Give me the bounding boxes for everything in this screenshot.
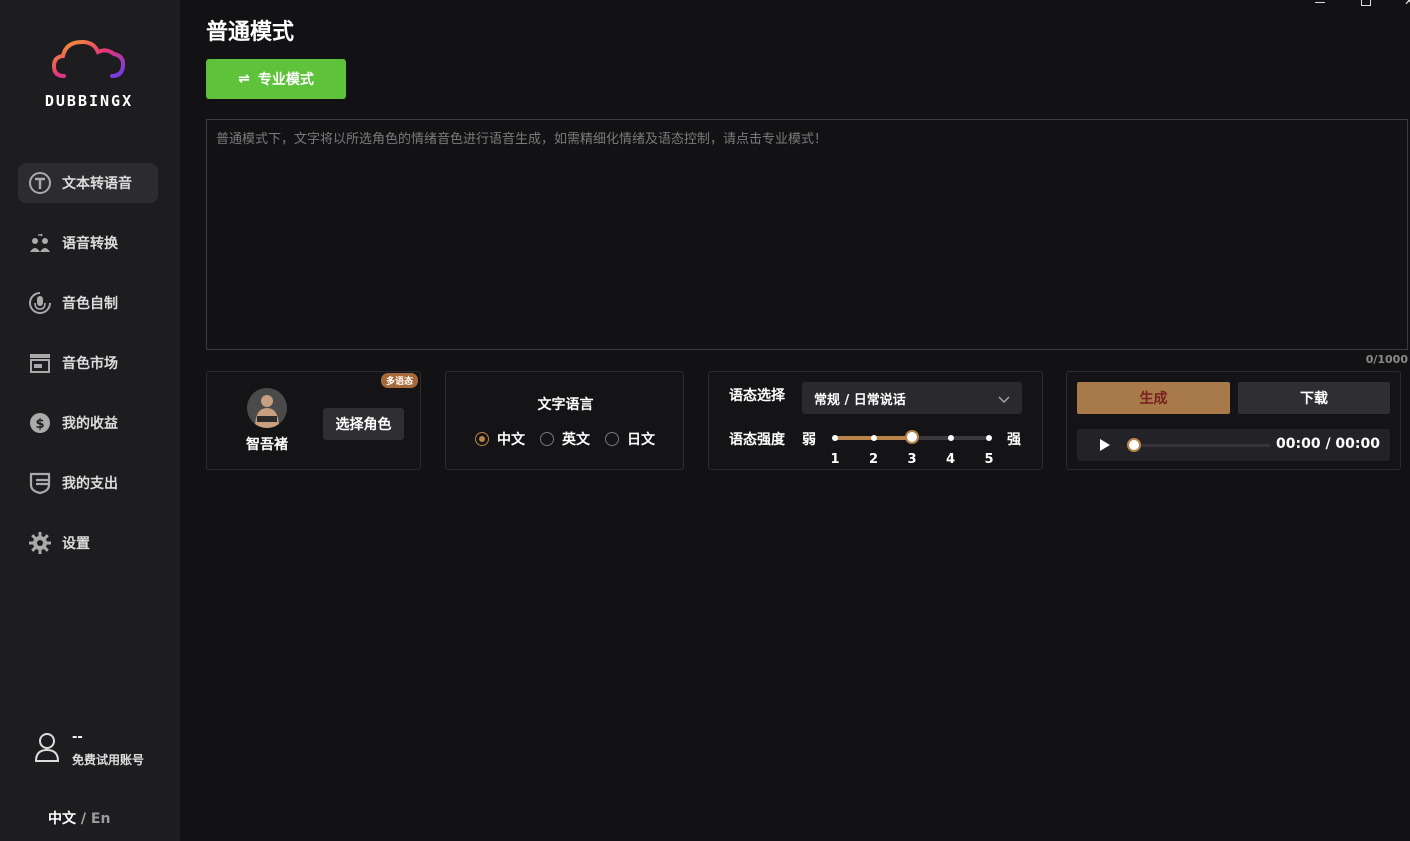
text-to-speech-icon (27, 170, 53, 196)
tick-label: 3 (907, 452, 917, 467)
sidebar-item-label: 我的支出 (62, 476, 118, 492)
audio-time: 00:00 / 00:00 (1276, 436, 1380, 452)
text-language-title: 文字语言 (537, 397, 594, 413)
language-radio-group: 中文 英文 日文 (475, 429, 670, 449)
pro-mode-button[interactable]: ⇌ 专业模式 (206, 59, 346, 99)
select-character-button[interactable]: 选择角色 (323, 408, 404, 440)
tick-label: 1 (830, 452, 840, 467)
cloud-wave-logo-icon (51, 39, 126, 86)
style-select-label: 语态选择 (729, 388, 785, 404)
radio-chinese[interactable]: 中文 (475, 429, 525, 449)
intensity-ticks: 1 2 3 4 5 (830, 452, 993, 468)
intensity-weak-label: 弱 (802, 432, 816, 448)
character-name: 智吾褚 (246, 437, 288, 453)
sidebar-item-label: 文本转语音 (62, 176, 132, 192)
sidebar-item-settings[interactable]: 设置 (18, 523, 158, 563)
expenses-icon (27, 470, 53, 496)
play-icon[interactable] (1100, 439, 1110, 451)
generate-card: 生成 下载 00:00 / 00:00 (1066, 371, 1401, 470)
brand-logo: DUBBINGX (26, 36, 152, 112)
user-icon (34, 732, 60, 766)
chevron-down-icon (998, 389, 1010, 408)
brand-name: DUBBINGX (44, 92, 134, 110)
user-name: -- (72, 730, 83, 745)
radio-label: 英文 (562, 432, 590, 448)
style-select[interactable]: 常规 / 日常说话 (802, 382, 1022, 414)
sidebar-item-voice-convert[interactable]: 语音转换 (18, 223, 158, 263)
lang-option-english[interactable]: En (91, 811, 111, 827)
user-profile[interactable]: -- 免费试用账号 (34, 730, 144, 768)
download-button[interactable]: 下载 (1238, 382, 1390, 414)
char-count: 0/1000 (1365, 353, 1408, 366)
sidebar-item-custom-voice[interactable]: 音色自制 (18, 283, 158, 323)
voice-style-card: 语态选择 常规 / 日常说话 语态强度 弱 强 1 2 3 4 5 (708, 371, 1043, 470)
account-type: 免费试用账号 (72, 753, 145, 767)
character-avatar[interactable] (247, 388, 287, 428)
sidebar-item-expenses[interactable]: 我的支出 (18, 463, 158, 503)
text-input[interactable] (207, 120, 1407, 349)
generate-button[interactable]: 生成 (1077, 382, 1230, 414)
sidebar-item-earnings[interactable]: $ 我的收益 (18, 403, 158, 443)
intensity-slider[interactable] (832, 430, 992, 446)
language-switch: 中文 / En (48, 808, 110, 828)
text-input-box (206, 119, 1408, 350)
slider-stop-4 (947, 435, 954, 441)
audio-progress-thumb[interactable] (1127, 438, 1141, 452)
audio-progress-track[interactable] (1134, 444, 1270, 447)
radio-label: 中文 (497, 432, 525, 448)
close-icon[interactable]: ✕ (1404, 0, 1410, 8)
lang-option-chinese[interactable]: 中文 (48, 811, 76, 827)
sidebar-item-label: 语音转换 (62, 236, 118, 252)
pro-mode-label: 专业模式 (257, 72, 314, 88)
radio-english[interactable]: 英文 (540, 429, 590, 449)
sidebar-item-label: 设置 (62, 536, 90, 552)
earnings-icon: $ (27, 410, 53, 436)
lang-separator: / (80, 811, 86, 827)
radio-dot (475, 432, 489, 446)
radio-japanese[interactable]: 日文 (605, 429, 655, 449)
intensity-strong-label: 强 (1007, 432, 1021, 448)
custom-voice-icon (27, 290, 53, 316)
style-intensity-label: 语态强度 (729, 432, 785, 448)
slider-thumb[interactable] (905, 430, 919, 444)
sidebar-item-label: 音色市场 (62, 356, 118, 372)
text-language-card: 文字语言 中文 英文 日文 (445, 371, 684, 470)
tick-label: 5 (984, 452, 994, 467)
slider-stop-2 (870, 435, 877, 441)
minimize-icon[interactable] (1315, 2, 1325, 3)
tick-label: 4 (945, 452, 956, 467)
radio-label: 日文 (627, 432, 655, 448)
gear-icon (27, 530, 53, 556)
sidebar-item-label: 我的收益 (62, 416, 118, 432)
sidebar-item-label: 音色自制 (62, 296, 118, 312)
slider-stop-5 (986, 435, 992, 441)
style-selected-value: 常规 / 日常说话 (814, 392, 906, 408)
tick-label: 2 (868, 452, 879, 467)
svg-text:$: $ (35, 417, 44, 432)
voice-market-icon (27, 350, 53, 376)
swap-arrows-icon: ⇌ (238, 71, 250, 87)
character-card: 多语态 智吾褚 选择角色 (206, 371, 421, 470)
slider-stop-1 (832, 435, 838, 441)
page-title: 普通模式 (206, 20, 295, 45)
sidebar-item-voice-market[interactable]: 音色市场 (18, 343, 158, 383)
sidebar-item-text-to-speech[interactable]: 文本转语音 (18, 163, 158, 203)
sidebar: DUBBINGX 文本转语音 语音转换 音色自制 音色市场 $ 我的收益 我的支… (0, 0, 180, 841)
maximize-icon[interactable] (1361, 0, 1371, 6)
voice-convert-icon (27, 230, 53, 256)
radio-dot (605, 432, 619, 446)
multi-style-badge: 多语态 (380, 373, 418, 388)
radio-dot (540, 432, 554, 446)
audio-player: 00:00 / 00:00 (1077, 429, 1390, 461)
